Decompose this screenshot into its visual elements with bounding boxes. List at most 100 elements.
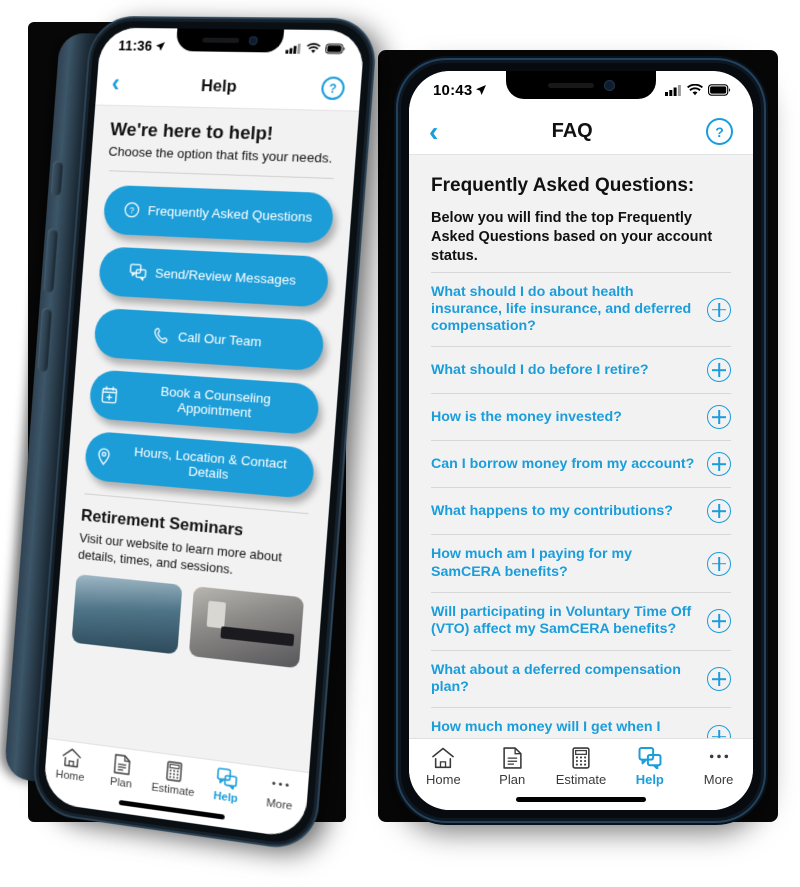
plus-circle-icon[interactable] — [707, 667, 731, 692]
option-button-faq[interactable]: ? Frequently Asked Questions — [102, 184, 335, 244]
tab-more[interactable]: More — [252, 772, 309, 815]
divider — [108, 170, 334, 179]
tab-label: Estimate — [555, 772, 607, 787]
seminar-photo-2[interactable] — [188, 586, 305, 669]
chat-bubbles-icon — [129, 264, 147, 282]
tab-more[interactable]: More — [684, 747, 753, 787]
faq-question: Can I borrow money from my account? — [431, 455, 695, 472]
home-indicator[interactable] — [118, 799, 225, 820]
plus-circle-icon[interactable] — [707, 297, 731, 322]
document-icon — [114, 754, 132, 776]
option-button-messages[interactable]: Send/Review Messages — [97, 246, 330, 308]
status-time: 11:36 — [118, 38, 166, 54]
tab-help[interactable]: Help — [615, 747, 684, 787]
left-content: We're here to help! Choose the option th… — [54, 105, 360, 671]
wifi-icon — [306, 42, 321, 53]
tab-label: More — [703, 772, 734, 787]
right-tab-bar: Home Plan Estimate Help More — [409, 738, 753, 810]
faq-item[interactable]: What should I do about health insurance,… — [431, 271, 731, 347]
left-subheading: Choose the option that fits your needs. — [108, 143, 333, 166]
left-phone-screen: 11:36 ‹ Help ? We're here to help! Choos… — [42, 27, 366, 840]
tab-home[interactable]: Home — [44, 745, 97, 786]
seminar-photo-1[interactable] — [71, 574, 183, 655]
plus-circle-icon[interactable] — [707, 499, 731, 524]
svg-text:?: ? — [129, 206, 135, 216]
left-tab-bar: Home Plan Estimate Help More — [42, 737, 310, 840]
faq-question: How much am I paying for my SamCERA bene… — [431, 546, 633, 580]
plus-circle-icon[interactable] — [707, 452, 731, 477]
phone-icon — [153, 327, 170, 345]
tab-plan[interactable]: Plan — [95, 751, 149, 792]
left-status-bar: 11:36 — [98, 27, 366, 67]
faq-question: What happens to my contributions? — [431, 502, 673, 519]
tab-label: Estimate — [150, 781, 195, 800]
faq-item[interactable]: What about a deferred compensation plan? — [431, 649, 731, 708]
page-title: Help — [200, 75, 238, 96]
document-icon — [503, 747, 522, 769]
back-button[interactable]: ‹ — [111, 70, 121, 97]
faq-item[interactable]: Can I borrow money from my account? — [431, 440, 731, 487]
faq-item[interactable]: Will participating in Voluntary Time Off… — [431, 592, 731, 650]
option-label: Call Our Team — [177, 329, 263, 350]
faq-item[interactable]: How much am I paying for my SamCERA bene… — [431, 534, 731, 592]
chat-bubbles-icon — [638, 747, 662, 769]
tab-estimate[interactable]: Estimate — [146, 758, 201, 800]
plus-circle-icon[interactable] — [707, 551, 731, 576]
notch — [506, 71, 656, 99]
left-phone-mockup: 11:36 ‹ Help ? We're here to help! Choos… — [3, 17, 377, 851]
mockup-stage: 11:36 ‹ Help ? We're here to help! Choos… — [0, 0, 800, 887]
cellular-bars-icon — [285, 43, 301, 54]
option-button-hours-location[interactable]: Hours, Location & Contact Details — [83, 430, 316, 500]
tab-label: Help — [212, 789, 239, 806]
page-title: FAQ — [551, 120, 593, 142]
tab-label: Plan — [109, 775, 133, 791]
faq-item[interactable]: What should I do before I retire? — [431, 346, 731, 393]
tab-home[interactable]: Home — [409, 747, 478, 787]
tab-label: Home — [426, 772, 461, 787]
tab-help[interactable]: Help — [199, 765, 255, 807]
help-icon[interactable]: ? — [320, 76, 346, 101]
left-nav-bar: ‹ Help ? — [95, 62, 363, 112]
option-label: Book a Counseling Appointment — [160, 383, 272, 421]
battery-icon — [708, 84, 731, 96]
calculator-icon — [166, 761, 183, 783]
help-icon[interactable]: ? — [705, 118, 733, 145]
faq-list: What should I do about health insurance,… — [431, 271, 731, 765]
right-nav-bar: ‹ FAQ ? — [409, 109, 753, 155]
option-label: Send/Review Messages — [154, 266, 297, 289]
status-indicators — [285, 42, 346, 54]
front-camera-icon — [248, 36, 258, 46]
home-indicator[interactable] — [516, 797, 646, 802]
option-label: Frequently Asked Questions — [147, 203, 313, 226]
home-icon — [432, 747, 455, 769]
faq-page-heading: Frequently Asked Questions: — [431, 175, 695, 196]
faq-question: How is the money invested? — [431, 408, 622, 425]
faq-intro-text: Below you will find the top Frequently A… — [431, 210, 713, 264]
plus-circle-icon[interactable] — [707, 405, 731, 430]
earpiece-speaker-icon — [201, 37, 239, 44]
home-icon — [61, 747, 82, 769]
notch — [175, 28, 285, 53]
ellipsis-icon — [272, 781, 290, 787]
tab-plan[interactable]: Plan — [478, 747, 547, 787]
option-button-appointment[interactable]: Book a Counseling Appointment — [88, 369, 321, 436]
status-time: 10:43 — [433, 82, 487, 99]
option-button-call[interactable]: Call Our Team — [93, 307, 326, 372]
front-camera-icon — [603, 79, 615, 91]
question-mark-circle-icon: ? — [123, 202, 140, 219]
seminar-thumbnails — [71, 574, 305, 669]
status-indicators — [665, 84, 731, 96]
cellular-bars-icon — [665, 85, 681, 96]
faq-item[interactable]: What happens to my contributions? — [431, 487, 731, 534]
plus-circle-icon[interactable] — [707, 609, 731, 634]
tab-label: Help — [635, 772, 664, 787]
back-button[interactable]: ‹ — [429, 117, 438, 146]
earpiece-speaker-icon — [547, 82, 594, 88]
location-arrow-icon — [476, 85, 487, 95]
plus-circle-icon[interactable] — [707, 358, 731, 383]
faq-question: What should I do before I retire? — [431, 361, 649, 378]
faq-item[interactable]: How is the money invested? — [431, 393, 731, 440]
calculator-icon — [572, 747, 590, 769]
left-heading: We're here to help! — [109, 119, 274, 145]
tab-estimate[interactable]: Estimate — [547, 747, 616, 787]
